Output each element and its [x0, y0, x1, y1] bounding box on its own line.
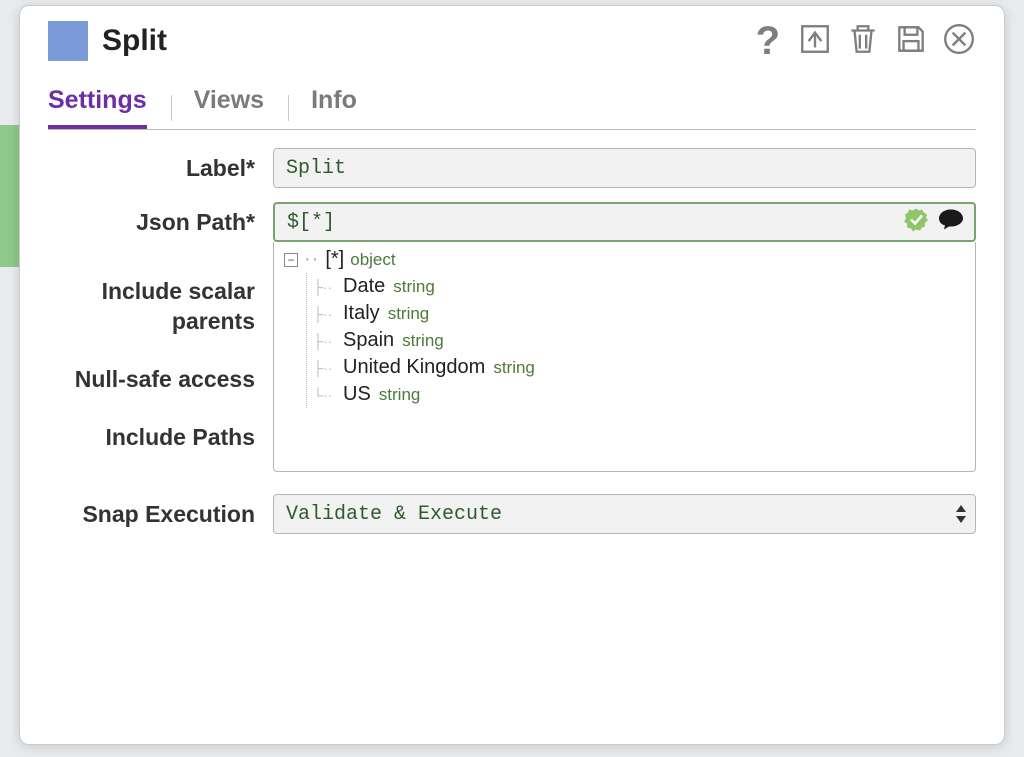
validate-ok-icon[interactable] — [904, 208, 928, 237]
tree-root-name: [*] — [325, 248, 344, 271]
header-toolbar: ? — [756, 21, 976, 61]
include-scalar-parents-label: Include scalar parents — [48, 276, 273, 336]
tree-children: ├··Datestring├··Italystring├··Spainstrin… — [306, 273, 965, 408]
tree-child[interactable]: ├·· United Kingdom string — [313, 354, 965, 381]
tree-connector: ·· — [304, 248, 319, 271]
dialog-title: Split — [102, 24, 167, 58]
close-icon[interactable] — [942, 22, 976, 61]
nullsafe-label: Null-safe access — [48, 364, 273, 394]
snap-execution-label: Snap Execution — [48, 494, 273, 534]
tree-connector-icon: ├·· — [313, 279, 335, 295]
tree-child[interactable]: ├·· Spain string — [313, 327, 965, 354]
tree-child-type: string — [388, 304, 430, 324]
dialog-window: Split ? Settings Views Info Label* — [19, 5, 1005, 745]
tab-separator — [288, 95, 289, 121]
help-icon[interactable]: ? — [756, 21, 780, 61]
tree-child[interactable]: ├·· Italy string — [313, 300, 965, 327]
select-caret-icon — [956, 505, 966, 523]
row-snap-execution: Snap Execution Validate & Execute — [48, 494, 976, 534]
row-label: Label* — [48, 148, 976, 188]
tree-connector-icon: ├·· — [313, 306, 335, 322]
tree-child-type: string — [493, 358, 535, 378]
tree-root[interactable]: − ·· [*] object — [284, 248, 965, 271]
tab-info[interactable]: Info — [311, 78, 357, 129]
tree-root-type: object — [350, 250, 395, 270]
tab-separator — [171, 95, 172, 121]
label-input[interactable] — [273, 148, 976, 188]
snap-color-swatch — [48, 21, 88, 61]
tab-settings[interactable]: Settings — [48, 78, 147, 129]
snap-execution-select[interactable]: Validate & Execute — [273, 494, 976, 534]
tree-child-name: Spain — [343, 329, 394, 352]
jsonpath-input[interactable] — [273, 202, 976, 242]
tree-connector-icon: ├·· — [313, 360, 335, 376]
dialog-header: Split ? — [48, 6, 976, 68]
jsonpath-tree-panel: − ·· [*] object ├··Datestring├··Italystr… — [273, 242, 976, 472]
label-label: Label* — [48, 148, 273, 188]
suggestion-icon[interactable] — [938, 209, 964, 236]
export-icon[interactable] — [798, 22, 832, 61]
jsonpath-label: Json Path* — [48, 202, 273, 242]
tree-child-type: string — [379, 385, 421, 405]
include-paths-label: Include Paths — [48, 422, 273, 452]
tree-child-type: string — [393, 277, 435, 297]
tree-child-name: US — [343, 383, 371, 406]
tree-child-name: United Kingdom — [343, 356, 485, 379]
tree-connector-icon: └·· — [313, 387, 335, 403]
settings-form: Label* Json Path* — [48, 148, 976, 534]
tree-child-type: string — [402, 331, 444, 351]
save-icon[interactable] — [894, 22, 928, 61]
tree-collapse-icon[interactable]: − — [284, 253, 298, 267]
tree-connector-icon: ├·· — [313, 333, 335, 349]
tree-child-name: Italy — [343, 302, 380, 325]
tree-child-name: Date — [343, 275, 385, 298]
tab-views[interactable]: Views — [194, 78, 264, 129]
delete-icon[interactable] — [846, 22, 880, 61]
side-labels: Include scalar parents Null-safe access … — [48, 276, 273, 452]
tree-child[interactable]: └·· US string — [313, 381, 965, 408]
tree-child[interactable]: ├·· Date string — [313, 273, 965, 300]
tab-bar: Settings Views Info — [48, 78, 976, 130]
